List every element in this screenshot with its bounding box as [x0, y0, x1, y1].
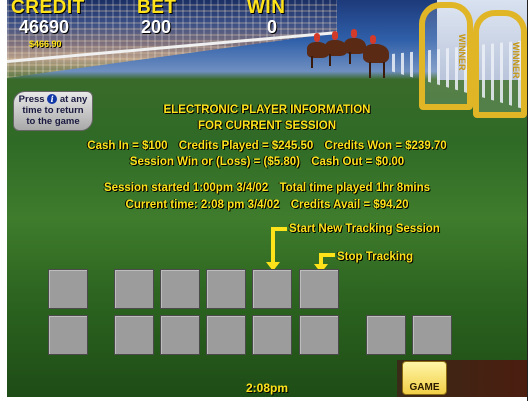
arch-text: WINNER — [511, 42, 521, 79]
start-new-tracking-button[interactable] — [252, 269, 292, 309]
start-tracking-callout: Start New Tracking Session — [289, 223, 440, 235]
stop-tracking-callout: Stop Tracking — [337, 251, 414, 263]
horse-leg — [383, 62, 385, 78]
horse-leg — [369, 62, 371, 78]
winner-arch-right: WINNER — [473, 10, 527, 118]
panel-button[interactable] — [48, 315, 88, 355]
horse-leg — [311, 56, 313, 68]
panel-button[interactable] — [412, 315, 452, 355]
panel-button[interactable] — [48, 269, 88, 309]
racehorse — [363, 35, 389, 63]
horse-leg — [329, 54, 331, 66]
cash-in: Cash In = $100 — [87, 140, 168, 152]
cash-out: Cash Out = $0.00 — [311, 156, 405, 168]
start-arrow-shaft — [271, 227, 275, 263]
panel-button[interactable] — [299, 315, 339, 355]
credits-won: Credits Won = $239.70 — [324, 140, 447, 152]
stop-arrow-bar — [319, 253, 335, 257]
info-title-2: FOR CURRENT SESSION — [197, 120, 336, 132]
credit-dollars: $466.90 — [29, 39, 62, 49]
panel-button[interactable] — [114, 269, 154, 309]
credits-played: Credits Played = $245.50 — [178, 140, 314, 152]
start-arrow-bar — [271, 227, 287, 231]
panel-button[interactable] — [206, 269, 246, 309]
panel-button[interactable] — [366, 315, 406, 355]
win-value: 0 — [267, 17, 278, 37]
arch-text: WINNER — [457, 34, 467, 71]
horse-leg — [349, 52, 351, 64]
clock: 2:08pm — [245, 381, 289, 395]
session-win-loss: Session Win or (Loss) = ($5.80) — [129, 156, 300, 168]
credit-value: 46690 — [19, 17, 70, 37]
winner-arch-left: WINNER — [419, 2, 473, 110]
cash-line: Cash In = $100 Credits Played = $245.50 … — [7, 140, 527, 152]
panel-button[interactable] — [114, 315, 154, 355]
info-title-1: ELECTRONIC PLAYER INFORMATION — [163, 104, 371, 116]
stop-tracking-button[interactable] — [299, 269, 339, 309]
session-started: Session started 1:00pm 3/4/02 — [103, 182, 269, 194]
total-time-played: Total time played 1hr 8mins — [279, 182, 431, 194]
panel-button[interactable] — [160, 315, 200, 355]
game-screen: WINNER WINNER CREDIT 46690 $466.90 BET 2… — [7, 0, 527, 397]
session-time-line: Session started 1:00pm 3/4/02 Total time… — [7, 182, 527, 194]
panel-button[interactable] — [160, 269, 200, 309]
current-time: Current time: 2:08 pm 3/4/02 — [125, 199, 280, 211]
panel-button[interactable] — [252, 315, 292, 355]
session-result-line: Session Win or (Loss) = ($5.80) Cash Out… — [7, 156, 527, 168]
credits-avail: Credits Avail = $94.20 — [290, 199, 409, 211]
bet-value: 200 — [141, 17, 172, 37]
info-icon: i — [47, 94, 58, 104]
current-time-line: Current time: 2:08 pm 3/4/02 Credits Ava… — [7, 199, 527, 211]
panel-button[interactable] — [206, 315, 246, 355]
